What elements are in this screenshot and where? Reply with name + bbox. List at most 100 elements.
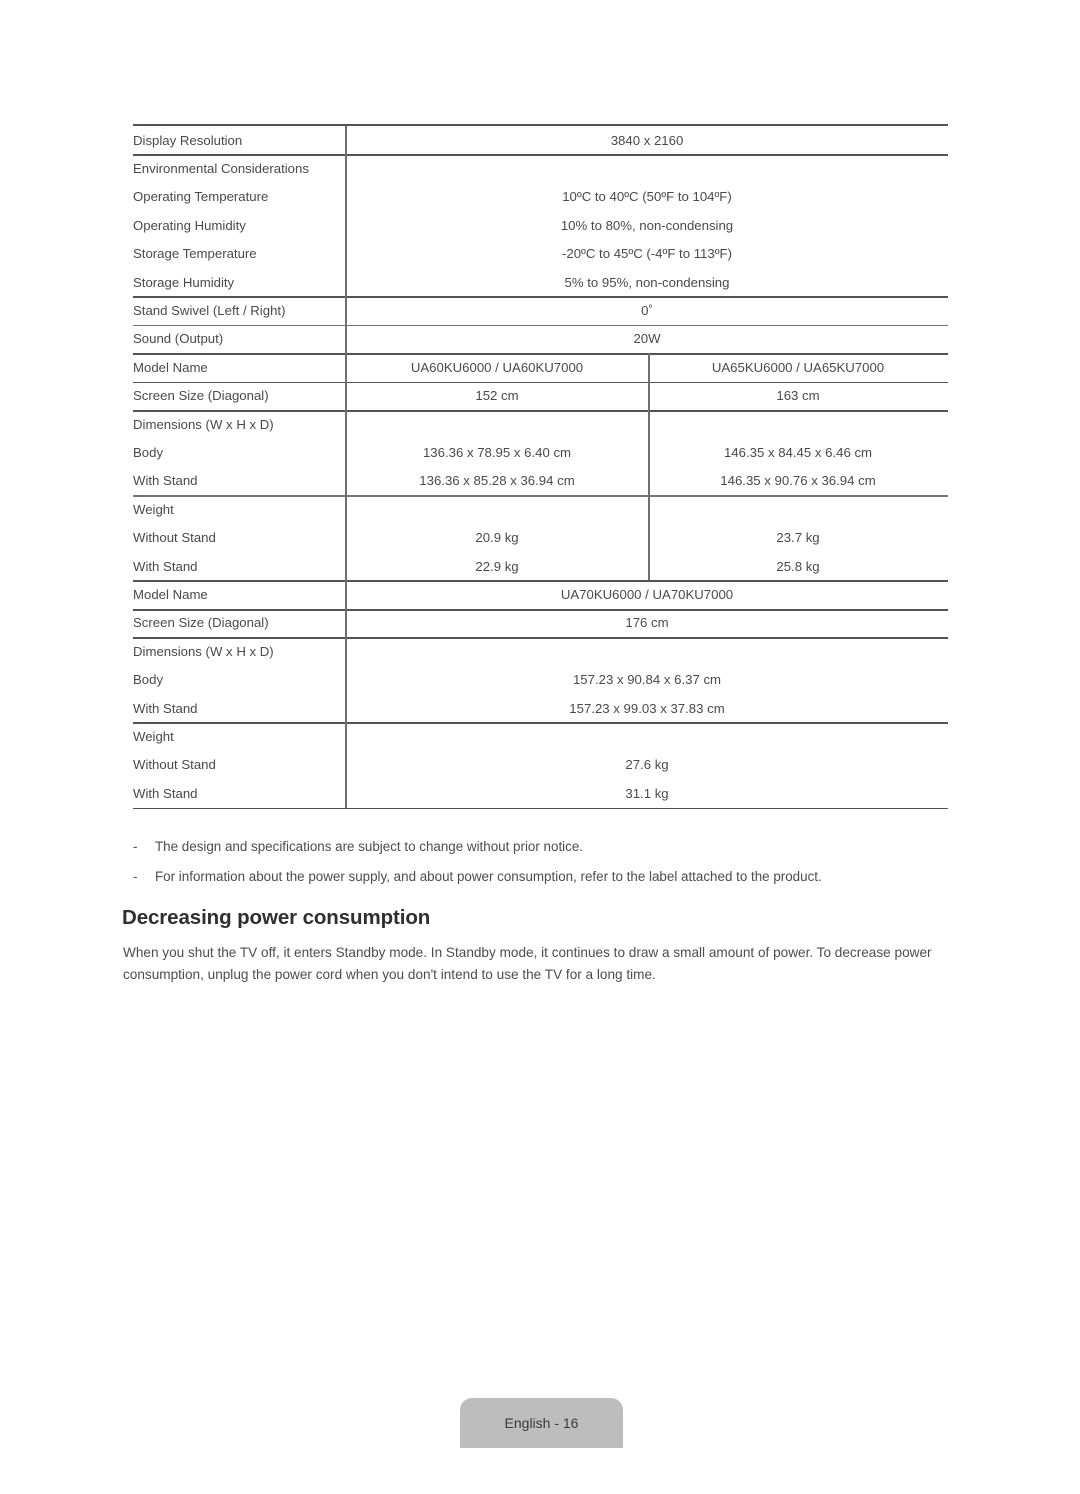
table-group-sound-output: Sound (Output) 20W <box>133 324 948 354</box>
row-value-all: 10ºC to 40ºC (50ºF to 104ºF) <box>562 189 732 205</box>
table-row: With Stand 136.36 x 85.28 x 36.94 cm 146.3… <box>133 467 948 495</box>
row-label: Sound (Output) <box>133 331 224 347</box>
row-label: With Stand <box>133 473 198 489</box>
section-body-text: When you shut the TV off, it enters Stan… <box>123 945 932 982</box>
column-divider-1 <box>345 353 347 382</box>
row-value-a <box>346 495 648 523</box>
table-horizontal-rule <box>133 807 948 810</box>
row-label: Weight <box>133 728 174 744</box>
column-divider-2 <box>648 410 650 496</box>
row-value-all: 157.23 x 90.84 x 6.37 cm <box>572 672 722 688</box>
row-label: Without Stand <box>133 530 216 546</box>
table-group-stand-swivel: Stand Swivel (Left / Right) 0˚ <box>133 296 948 325</box>
row-value-b: 25.8 kg <box>776 558 820 574</box>
table-row: Screen Size (Diagonal) 176 cm <box>133 609 948 637</box>
table-row: Environmental Considerations <box>133 154 948 182</box>
row-value-all: 5% to 95%, non-condensing <box>564 274 730 290</box>
row-label: Display Resolution <box>133 132 243 148</box>
table-row: Weight <box>133 722 948 750</box>
column-divider-2 <box>648 353 650 382</box>
note-dash-icon: - <box>133 869 138 884</box>
table-row: With Stand 22.9 kg 25.8 kg <box>133 552 948 580</box>
row-value-all: 20W <box>633 331 661 347</box>
table-row: Without Stand 20.9 kg 23.7 kg <box>133 524 948 552</box>
table-group-screen-size-60-65: Screen Size (Diagonal) 152 cm 163 cm <box>133 381 948 410</box>
row-value-all: 31.1 kg <box>625 785 669 801</box>
row-label: Model Name <box>133 586 208 602</box>
row-value-all: 0˚ <box>641 302 653 318</box>
row-value-a: 136.36 x 85.28 x 36.94 cm <box>419 473 575 489</box>
table-group-weight-60-65: Weight Without Stand 20.9 kg 23.7 kg With St… <box>133 495 948 581</box>
table-row: Display Resolution 3840 x 2160 <box>133 126 948 154</box>
table-row: Operating Humidity 10% to 80%, non-conden… <box>133 211 948 239</box>
table-group-model-name-60-65: Model Name UA60KU6000 / UA60KU7000 UA65KU6… <box>133 353 948 382</box>
row-label: Model Name <box>133 359 208 375</box>
row-value-b: 163 cm <box>776 388 820 404</box>
row-value-all: UA70KU6000 / UA70KU7000 <box>560 586 734 602</box>
row-label: With Stand <box>133 700 198 716</box>
column-divider-1 <box>345 296 347 325</box>
row-value-all <box>346 154 948 182</box>
row-value-all: 27.6 kg <box>625 757 669 773</box>
row-label: Dimensions (W x H x D) <box>133 643 274 659</box>
row-value-b <box>648 495 948 523</box>
table-row: Dimensions (W x H x D) <box>133 637 948 665</box>
table-row: Sound (Output) 20W <box>133 325 948 353</box>
note-item: - For information about the power supply,… <box>133 868 953 885</box>
table-row: Without Stand 27.6 kg <box>133 751 948 779</box>
document-page: Display Resolution 3840 x 2160 Environment… <box>0 0 1080 1494</box>
row-value-all: 10% to 80%, non-condensing <box>560 217 734 233</box>
notes-list: - The design and specifications are subje… <box>133 838 953 898</box>
note-text: The design and specifications are subjec… <box>155 839 584 854</box>
row-value-b: UA65KU6000 / UA65KU7000 <box>711 359 885 375</box>
row-value-b: 23.7 kg <box>776 530 820 546</box>
table-row: Model Name UA60KU6000 / UA60KU7000 UA65KU6… <box>133 353 948 381</box>
table-group-model-name-70: Model Name UA70KU6000 / UA70KU7000 <box>133 580 948 609</box>
table-row: Body 157.23 x 90.84 x 6.37 cm <box>133 666 948 694</box>
section-heading-decreasing-power-consumption: Decreasing power consumption <box>122 906 431 929</box>
column-divider-1 <box>345 580 347 609</box>
table-row: Body 136.36 x 78.95 x 6.40 cm 146.35 x 84.… <box>133 438 948 466</box>
row-value-a: 136.36 x 78.95 x 6.40 cm <box>422 444 572 460</box>
column-divider-1 <box>345 126 347 155</box>
row-value-a: 22.9 kg <box>475 558 519 574</box>
note-dash-icon: - <box>133 839 138 854</box>
column-divider-1 <box>345 608 347 638</box>
table-row: Screen Size (Diagonal) 152 cm 163 cm <box>133 382 948 410</box>
row-value-all: -20ºC to 45ºC (-4ºF to 113ºF) <box>561 246 732 262</box>
row-label: Weight <box>133 501 174 517</box>
page-footer-badge: English - 16 <box>460 1398 623 1448</box>
column-divider-1 <box>345 722 347 808</box>
table-row: Operating Temperature 10ºC to 40ºC (50ºF … <box>133 183 948 211</box>
row-value-b: 146.35 x 84.45 x 6.46 cm <box>723 444 873 460</box>
row-value-a <box>346 410 648 438</box>
column-divider-1 <box>345 324 347 354</box>
column-divider-2 <box>648 381 650 410</box>
row-value-all: 3840 x 2160 <box>610 132 684 148</box>
column-divider-1 <box>345 154 347 297</box>
column-divider-1 <box>345 495 347 581</box>
table-row: Storage Temperature -20ºC to 45ºC (-4ºF t… <box>133 240 948 268</box>
row-label: Operating Humidity <box>133 217 246 233</box>
row-value-b <box>648 410 948 438</box>
table-row: Storage Humidity 5% to 95%, non-condensin… <box>133 268 948 296</box>
row-label: Screen Size (Diagonal) <box>133 388 269 404</box>
row-value-all <box>346 722 948 750</box>
column-divider-2 <box>648 495 650 581</box>
row-label: Stand Swivel (Left / Right) <box>133 302 286 318</box>
table-group-screen-size-70: Screen Size (Diagonal) 176 cm <box>133 608 948 638</box>
table-group-environmental-considerations: Environmental Considerations Operating Te… <box>133 154 948 297</box>
row-value-all: 157.23 x 99.03 x 37.83 cm <box>569 700 725 716</box>
table-row: With Stand 157.23 x 99.03 x 37.83 cm <box>133 694 948 722</box>
row-value-all: 176 cm <box>625 615 669 631</box>
row-label: Environmental Considerations <box>133 160 309 176</box>
column-divider-1 <box>345 381 347 410</box>
row-label: Body <box>133 444 164 460</box>
row-label: Dimensions (W x H x D) <box>133 416 274 432</box>
page-number-label: English - 16 <box>504 1415 579 1431</box>
note-item: - The design and specifications are subje… <box>133 838 953 855</box>
row-label: Without Stand <box>133 757 216 773</box>
note-text: For information about the power supply, … <box>155 869 822 884</box>
row-label: Storage Humidity <box>133 274 235 290</box>
column-divider-1 <box>345 637 347 723</box>
